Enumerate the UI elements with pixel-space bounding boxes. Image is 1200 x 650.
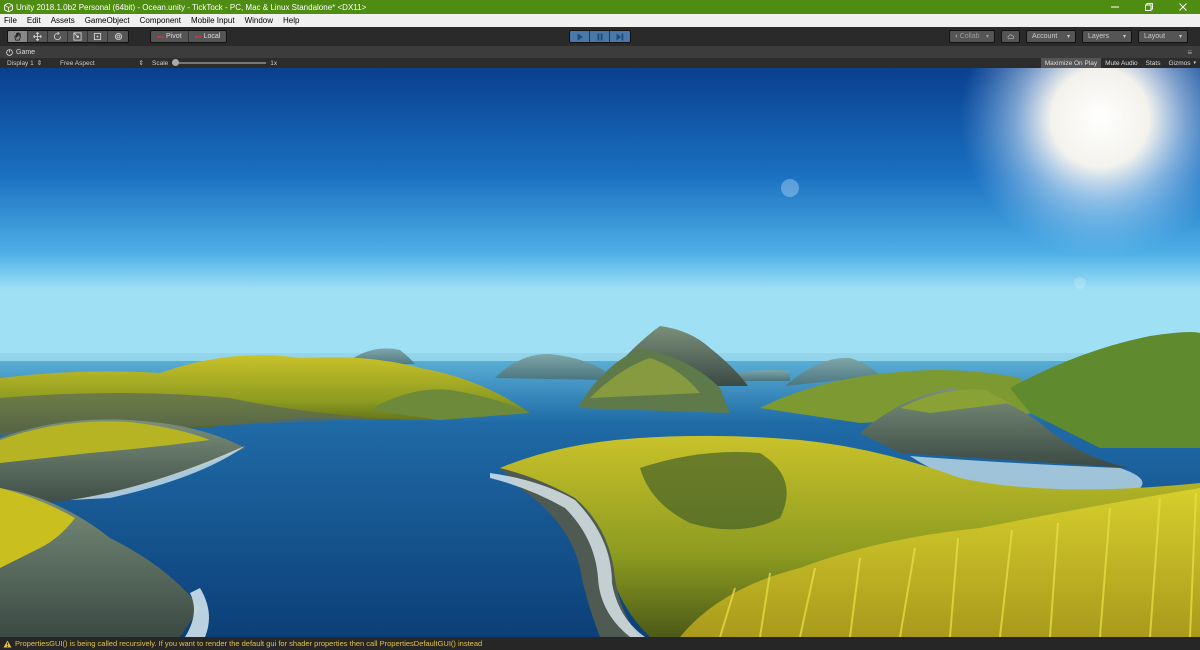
chevron-down-icon: ▾ <box>1178 34 1182 40</box>
menu-component[interactable]: Component <box>135 14 186 27</box>
maximize-button[interactable] <box>1132 0 1166 14</box>
toolbar-right: ◐ Collab ▾ Account ▾ Layers ▾ Layout ▾ <box>949 30 1188 43</box>
pause-icon <box>597 33 602 40</box>
account-label: Account <box>1032 33 1058 40</box>
transform-tools <box>7 30 129 43</box>
rotate-icon <box>53 32 62 41</box>
tab-game[interactable]: Game <box>0 49 35 56</box>
menu-bar: File Edit Assets GameObject Component Mo… <box>0 14 1200 27</box>
tab-game-label: Game <box>16 48 36 56</box>
status-message: PropertiesGUI() is being called recursiv… <box>15 639 483 648</box>
gizmos-toggle[interactable]: Gizmos ▾ <box>1164 58 1200 68</box>
scale-slider[interactable] <box>172 59 267 66</box>
lens-flare <box>1074 277 1086 289</box>
menu-help[interactable]: Help <box>278 14 304 27</box>
mute-audio-toggle[interactable]: Mute Audio <box>1101 58 1142 68</box>
window-title: Unity 2018.1.0b2 Personal (64bit) - Ocea… <box>16 2 367 12</box>
minimize-icon <box>1111 6 1119 8</box>
chevron-down-icon: ▾ <box>1122 34 1126 40</box>
tab-options-icon[interactable]: ≡ <box>1187 48 1192 57</box>
scale-tool-button[interactable] <box>68 31 88 42</box>
game-view-options: Maximize On Play Mute Audio Stats Gizmos… <box>1040 58 1200 68</box>
local-label: Local <box>203 33 221 40</box>
layout-label: Layout <box>1144 33 1166 40</box>
menu-window[interactable]: Window <box>240 14 278 27</box>
local-button[interactable]: ⊷ Local <box>188 31 227 42</box>
scale-icon <box>73 32 82 41</box>
scale-slider-handle[interactable] <box>172 59 180 66</box>
chevron-down-icon: ▾ <box>1193 60 1196 66</box>
step-button[interactable] <box>610 31 630 42</box>
local-icon: ⊷ <box>194 33 202 41</box>
menu-edit[interactable]: Edit <box>22 14 46 27</box>
unity-logo-icon <box>3 2 13 12</box>
pivot-button[interactable]: ⊷ Pivot <box>151 31 189 42</box>
lens-flare <box>781 179 799 197</box>
scale-value: 1x <box>270 59 278 67</box>
scale-control: Scale 1x <box>152 59 278 67</box>
menu-assets[interactable]: Assets <box>46 14 80 27</box>
rotate-tool-button[interactable] <box>48 31 68 42</box>
gizmos-label: Gizmos <box>1168 59 1191 67</box>
hand-tool-button[interactable] <box>8 31 28 42</box>
play-icon <box>577 33 583 40</box>
horizon-haze <box>0 353 1200 361</box>
display-dropdown[interactable]: Display 1 ⇕ <box>0 59 54 68</box>
stats-toggle[interactable]: Stats <box>1142 58 1165 68</box>
move-tool-button[interactable] <box>28 31 48 42</box>
hand-icon <box>14 32 21 41</box>
transform-tool-button[interactable] <box>108 31 128 42</box>
console-status-bar[interactable]: PropertiesGUI() is being called recursiv… <box>0 637 1200 650</box>
menu-gameobject[interactable]: GameObject <box>80 14 135 27</box>
menu-file[interactable]: File <box>0 14 22 27</box>
collab-label: Collab <box>959 33 980 40</box>
updown-icon: ⇕ <box>36 60 43 67</box>
menu-mobile-input[interactable]: Mobile Input <box>186 14 240 27</box>
window-titlebar: Unity 2018.1.0b2 Personal (64bit) - Ocea… <box>0 0 1200 14</box>
account-dropdown[interactable]: Account ▾ <box>1026 30 1076 43</box>
chevron-down-icon: ▾ <box>1066 34 1070 40</box>
main-toolbar: ⊷ Pivot ⊷ Local ◐ Collab ▾ Account ▾ Lay… <box>0 27 1200 46</box>
pivot-toggles: ⊷ Pivot ⊷ Local <box>150 30 228 43</box>
rect-tool-button[interactable] <box>88 31 108 42</box>
game-view-toolbar: Display 1 ⇕ Free Aspect ⇕ Scale 1x Maxim… <box>0 58 1200 68</box>
minimize-button[interactable] <box>1098 0 1132 14</box>
play-controls <box>569 30 631 43</box>
play-button[interactable] <box>570 31 590 42</box>
layout-dropdown[interactable]: Layout ▾ <box>1138 30 1188 43</box>
rect-icon <box>93 32 102 41</box>
move-icon <box>33 32 42 41</box>
pivot-label: Pivot <box>166 33 182 40</box>
aspect-label: Free Aspect <box>60 59 95 67</box>
cloud-icon <box>1007 34 1014 39</box>
game-tab-bar: Game ≡ <box>0 46 1200 58</box>
warning-icon <box>3 639 12 648</box>
aspect-dropdown[interactable]: Free Aspect ⇕ <box>54 59 150 68</box>
collab-icon: ◐ <box>955 33 960 40</box>
maximize-on-play-toggle[interactable]: Maximize On Play <box>1040 58 1102 68</box>
scale-label: Scale <box>152 59 169 67</box>
cloud-button[interactable] <box>1001 30 1020 43</box>
layers-dropdown[interactable]: Layers ▾ <box>1082 30 1132 43</box>
chevron-down-icon: ▾ <box>985 34 989 40</box>
collab-dropdown[interactable]: ◐ Collab ▾ <box>949 30 995 43</box>
game-view[interactable] <box>0 68 1200 637</box>
game-render <box>0 68 1200 637</box>
layers-label: Layers <box>1088 33 1110 40</box>
transform-icon <box>114 32 122 41</box>
updown-icon: ⇕ <box>138 60 144 67</box>
step-icon <box>616 33 624 40</box>
close-button[interactable] <box>1166 0 1200 14</box>
display-label: Display 1 <box>7 59 34 67</box>
pivot-icon: ⊷ <box>157 33 164 41</box>
restore-icon <box>1145 3 1153 11</box>
close-icon <box>1179 3 1187 11</box>
pause-button[interactable] <box>590 31 610 42</box>
game-controller-icon <box>6 48 13 56</box>
